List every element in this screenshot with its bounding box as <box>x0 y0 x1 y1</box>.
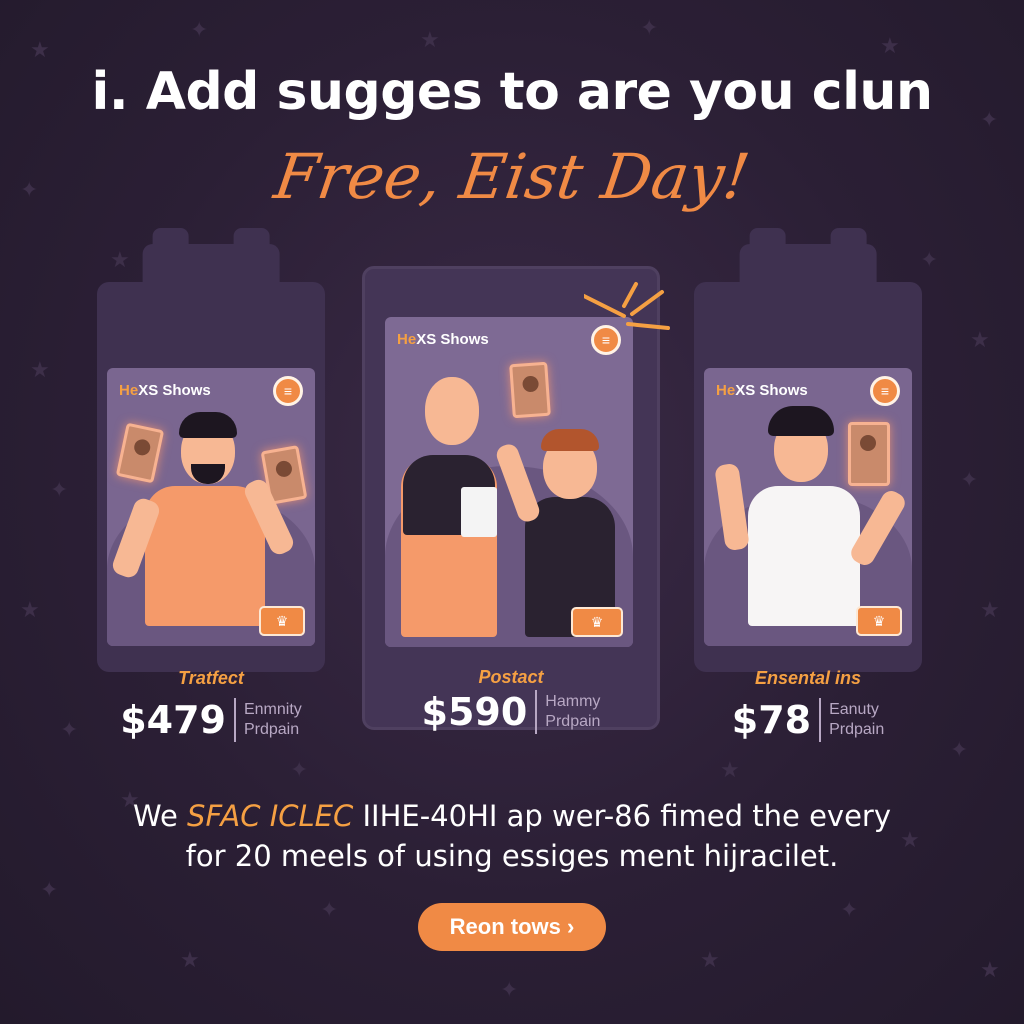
photo-thumbnail <box>115 422 165 484</box>
price-note: Eanuty Prdpain <box>829 701 885 738</box>
menu-icon[interactable]: ≡ <box>870 376 900 406</box>
highlight-text: SFAC ICLEC <box>187 799 354 833</box>
crown-icon[interactable]: ♛ <box>571 607 623 637</box>
headline: i. Add sugges to are you clun <box>91 62 933 122</box>
price-row: $78 Eanuty Prdpain <box>694 698 922 742</box>
card-screen: HeXS Shows ≡ ♛ <box>385 317 633 647</box>
card-label: Tratfect <box>178 668 244 688</box>
crown-icon[interactable]: ♛ <box>259 606 305 636</box>
card-screen: HeXS Shows ≡ ♛ <box>704 368 912 646</box>
price: $590 <box>422 690 538 734</box>
price: $479 <box>120 698 236 742</box>
plan-card-left[interactable]: HeXS Shows ≡ ♛ Tratfect $479 Enmnity Prdp… <box>97 228 325 742</box>
price: $78 <box>732 698 822 742</box>
price-note: Hammy Prdpain <box>545 693 601 730</box>
screen-title: HeXS Shows <box>716 382 808 399</box>
cta-button[interactable]: Reon tows › <box>418 903 606 951</box>
card-screen: HeXS Shows ≡ ♛ <box>107 368 315 646</box>
photo-thumbnail <box>509 361 551 419</box>
card-tab <box>739 228 877 294</box>
price-row: $479 Enmnity Prdpain <box>97 698 325 742</box>
price-row: $590 Hammy Prdpain <box>362 690 660 734</box>
plan-card-right[interactable]: HeXS Shows ≡ ♛ Ensental ins $78 Eanuty Pr… <box>694 228 922 742</box>
card-label: Ensental ins <box>754 668 862 688</box>
description-text: We SFAC ICLEC IIHE-40HI ap wer-86 fimed … <box>132 799 891 873</box>
sparkle-icon <box>584 282 670 330</box>
crown-icon[interactable]: ♛ <box>856 606 902 636</box>
card-tab <box>142 228 280 294</box>
screen-title: HeXS Shows <box>397 331 489 348</box>
card-label: Postact <box>478 667 544 687</box>
subhead: Free, Eist Day! <box>270 140 754 213</box>
price-note: Enmnity Prdpain <box>243 701 302 738</box>
screen-title: HeXS Shows <box>119 382 211 399</box>
photo-thumbnail <box>848 422 890 486</box>
menu-icon[interactable]: ≡ <box>273 376 303 406</box>
